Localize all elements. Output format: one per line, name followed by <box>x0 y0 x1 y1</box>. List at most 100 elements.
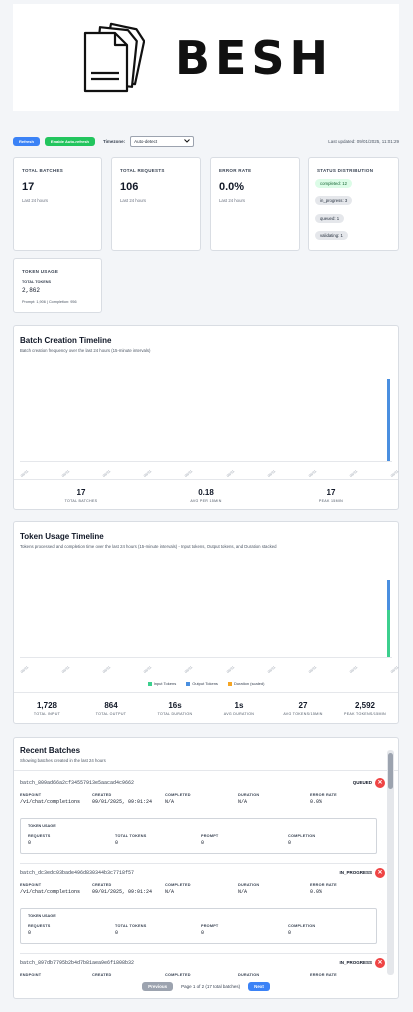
summary-value: 16s <box>168 701 182 710</box>
field-label: COMPLETION <box>288 924 316 928</box>
legend-label: Input Tokens <box>153 681 177 686</box>
field-label: COMPLETION <box>288 834 316 838</box>
batch-timeline-card: Batch Creation Timeline Batch creation f… <box>13 325 399 510</box>
stat-title: STATUS DISTRIBUTION <box>317 168 374 173</box>
scrollbar[interactable] <box>387 750 394 975</box>
field-label: COMPLETED <box>165 883 191 887</box>
token-usage-title: TOKEN USAGE <box>28 914 56 918</box>
output-tokens-bar <box>387 580 390 610</box>
legend-item: Duration (scaled) <box>227 681 264 686</box>
batch-field-error_rate: ERROR RATE <box>310 973 337 979</box>
x-tick-label: 08/31 <box>307 665 318 675</box>
error-rate-card: ERROR RATE 0.0% Last 24 hours <box>210 157 300 251</box>
summary-value: 1s <box>234 701 244 710</box>
cancel-batch-icon[interactable]: ✕ <box>375 958 385 968</box>
stat-title: ERROR RATE <box>219 168 252 173</box>
batch-chart-xaxis: 08/31 08/31 08/31 08/31 08/31 08/31 08/31 08/31… <box>20 467 399 479</box>
field-value: 0 <box>28 930 32 936</box>
next-button[interactable]: Next <box>248 982 270 991</box>
previous-button[interactable]: Previous <box>142 982 174 991</box>
summary-label: TOTAL BATCHES <box>64 499 98 503</box>
batch-field-endpoint: ENDPOINT/v1/chat/completions <box>20 793 80 805</box>
auto-refresh-button[interactable]: Enable Auto-refresh <box>44 136 95 146</box>
legend-label: Output Tokens <box>192 681 218 686</box>
x-tick-label: 08/31 <box>184 665 194 675</box>
summary-value: 17 <box>76 488 86 497</box>
field-label: ERROR RATE <box>310 883 337 887</box>
last-updated-text: Last updated: 09/01/2025, 11:01:29 <box>328 138 399 144</box>
summary-label: PEAK TOKENS/15MIN <box>344 712 386 716</box>
recent-batches-card: Recent Batches Showing batches created i… <box>13 737 399 999</box>
field-label: CREATED <box>92 793 112 797</box>
field-value: /v1/chat/completions <box>20 799 81 805</box>
summary-stat: 2,592 PEAK TOKENS/15MIN <box>330 701 400 716</box>
stat-value: 17 <box>22 181 35 193</box>
stat-title: TOTAL BATCHES <box>22 168 64 173</box>
token-summary: 1,728 TOTAL INPUT 864 TOTAL OUTPUT 16s TOTA… <box>14 692 398 725</box>
field-value: 0 <box>115 840 119 846</box>
summary-label: AVG PER 15MIN <box>190 499 222 503</box>
refresh-button[interactable]: Refresh <box>13 136 40 146</box>
field-value: 0 <box>201 840 205 846</box>
token-chart-plot <box>20 558 392 658</box>
field-label: CREATED <box>92 883 112 887</box>
token-field-completion: COMPLETION 0 <box>288 834 315 846</box>
batch-row[interactable]: batch_809ad66a2cf34557913e5aacad4c9662 Q… <box>20 776 387 864</box>
x-tick-label: 08/31 <box>225 665 235 675</box>
batch-row[interactable]: batch_897db7795b2b4d7b81aea9e6f1808b32 I… <box>20 956 387 998</box>
timezone-value: Auto-detect <box>134 138 158 144</box>
stat-value: 0.0% <box>219 181 245 193</box>
summary-value: 17 <box>326 488 336 497</box>
x-tick-label: 08/31 <box>102 665 112 675</box>
x-tick-label: 08/31 <box>102 469 112 479</box>
token-breakdown: Prompt: 1,906 | Completion: 956 <box>22 300 77 304</box>
batch-field-created: CREATED 09/01/2025, 09:01:24 <box>92 793 152 805</box>
scrollbar-thumb[interactable] <box>388 753 393 789</box>
batch-field-completed: COMPLETED N/A <box>165 793 191 805</box>
batch-row[interactable]: batch_dc3edc03bade496d830344b3c7718f57 I… <box>20 866 387 954</box>
section-subtitle: Tokens processed and completion time ove… <box>20 544 277 549</box>
toolbar: Refresh Enable Auto-refresh Timezone: Au… <box>13 135 399 147</box>
summary-stat: 1,728 TOTAL INPUT <box>12 701 82 716</box>
summary-stat: 16s TOTAL DURATION <box>140 701 210 716</box>
summary-label: AVG DURATION <box>223 712 255 716</box>
total-tokens-value: 2,862 <box>22 287 41 294</box>
field-value: 0 <box>28 840 32 846</box>
brand-wordmark: BESH <box>174 30 334 85</box>
x-tick-label: 08/31 <box>266 665 276 675</box>
field-label: REQUESTS <box>28 924 51 928</box>
timezone-select[interactable]: Auto-detect <box>130 135 195 147</box>
field-label: DURATION <box>238 883 260 887</box>
field-label: TOTAL TOKENS <box>115 834 147 838</box>
batch-field-endpoint: ENDPOINT/v1/chat/completions <box>20 883 80 895</box>
field-label: TOTAL TOKENS <box>115 924 147 928</box>
field-value: N/A <box>165 889 175 895</box>
batch-status: IN_PROGRESS <box>339 870 372 875</box>
summary-stat: 0.18 AVG PER 15MIN <box>169 488 243 503</box>
token-legend: Input Tokens Output Tokens Duration (sca… <box>14 681 398 686</box>
token-usage-box: TOKEN USAGE REQUESTS 0 TOTAL TOKENS 0 PROMPT 0… <box>20 908 377 944</box>
field-value: 0 <box>115 930 119 936</box>
x-tick-label: 08/31 <box>20 469 30 479</box>
token-field-prompt: PROMPT 0 <box>201 834 218 846</box>
cancel-batch-icon[interactable]: ✕ <box>375 778 385 788</box>
field-value: 0 <box>288 930 292 936</box>
chevron-down-icon <box>184 139 191 143</box>
batch-field-endpoint: ENDPOINT <box>20 973 41 979</box>
batch-field-created: CREATED <box>92 973 111 979</box>
timezone-label: Timezone: <box>103 138 126 144</box>
summary-stat: 864 TOTAL OUTPUT <box>76 701 146 716</box>
batch-id: batch_897db7795b2b4d7b81aea9e6f1808b32 <box>20 960 135 966</box>
stat-title: TOKEN USAGE <box>22 269 59 274</box>
field-value: 09/01/2025, 09:01:24 <box>92 889 153 895</box>
batch-field-duration: DURATION <box>238 973 259 979</box>
batch-field-completed: COMPLETED N/A <box>165 883 191 895</box>
field-value: 0.0% <box>310 889 323 895</box>
field-label: COMPLETED <box>165 793 191 797</box>
x-tick-label: 08/31 <box>184 469 194 479</box>
cancel-batch-icon[interactable]: ✕ <box>375 868 385 878</box>
summary-stat: 17 PEAK 15MIN <box>294 488 368 503</box>
field-label: ENDPOINT <box>20 883 42 887</box>
field-label: DURATION <box>238 793 260 797</box>
x-tick-label: 08/31 <box>390 469 400 479</box>
